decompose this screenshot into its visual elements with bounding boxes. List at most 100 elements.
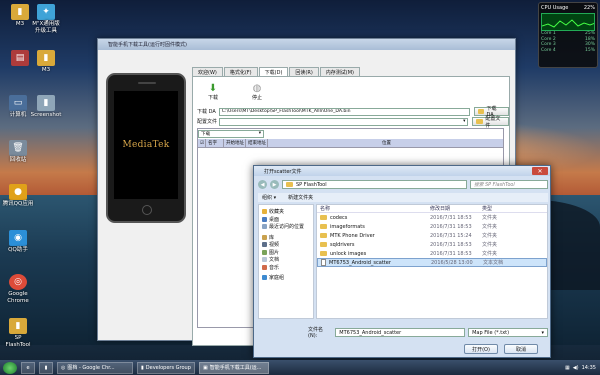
da-path-input[interactable]: C:\Users\MT\Desktop\SP_FlashTool\MTK_All… (218, 107, 470, 116)
chevron-down-icon: ▾ (541, 329, 544, 336)
taskbar-item-chrome[interactable]: ◎ 图档 - Google Chr... (57, 361, 133, 374)
homegroup-icon (262, 275, 267, 281)
dialog-titlebar[interactable]: 打开scatter文件 (254, 166, 550, 176)
nav-pictures[interactable]: 图片 (259, 249, 313, 257)
tab-download[interactable]: 下载(D) (258, 67, 289, 76)
star-icon (262, 209, 267, 215)
nav-music[interactable]: 音乐 (259, 264, 313, 272)
filename-input[interactable]: MT6753_Android_scatter (335, 328, 466, 337)
cancel-button[interactable]: 取消 (504, 344, 538, 354)
folder-icon: ▮ (9, 318, 27, 334)
tab-readback[interactable]: 回读(R) (289, 67, 319, 76)
new-folder-button[interactable]: 新建文件夹 (288, 194, 313, 201)
file-row-selected[interactable]: MT6753_Android_scatter 2016/5/28 13:00 文… (317, 258, 547, 267)
music-icon (262, 264, 267, 270)
taskbar-item-developers[interactable]: ▮ Developers Group (137, 361, 195, 374)
dialog-toolbar: 组织 ▾ 新建文件夹 (258, 193, 548, 202)
folder-icon (320, 242, 327, 247)
desktop-icon-screenshot[interactable]: ▮ Screenshot (28, 95, 64, 119)
nav-documents[interactable]: 文档 (259, 256, 313, 264)
back-arrow-icon[interactable]: ◀ (258, 180, 267, 189)
app-icon: ▣ (203, 364, 208, 371)
nav-videos[interactable]: 视频 (259, 241, 313, 249)
filename-label: 文件名(N): (308, 327, 324, 339)
tab-welcome[interactable]: 欢迎(W) (192, 67, 223, 76)
folder-icon (477, 109, 485, 114)
volume-icon[interactable]: ◀) (573, 365, 579, 371)
file-row[interactable]: imageformats 2016/7/31 18:53 文件夹 (317, 222, 547, 231)
scatter-browse-button[interactable]: 配置文件 (472, 116, 509, 129)
desktop-icon-chrome[interactable]: ◎ Google Chrome (0, 274, 36, 304)
cpu-graph-line (542, 19, 594, 28)
picture-icon (262, 249, 267, 255)
search-input[interactable]: 搜索 SP FlashTool (470, 180, 548, 189)
gadget-percent: 22% (583, 5, 595, 11)
scatter-path-input[interactable]: ▾ (218, 117, 469, 126)
ie-icon[interactable]: e (21, 361, 35, 374)
tab-bar: 欢迎(W) 格式化(F) 下载(D) 回读(R) 内存测试(M) (192, 67, 361, 76)
folder-icon (476, 119, 484, 124)
file-row[interactable]: MTK Phone Driver 2016/7/31 15:24 文件夹 (317, 231, 547, 240)
clock[interactable]: 14:35 (582, 365, 596, 371)
nav-homegroup[interactable]: 家庭组 (259, 274, 313, 282)
file-row[interactable]: codecs 2016/7/31 18:53 文件夹 (317, 213, 547, 222)
forward-arrow-icon[interactable]: ▶ (270, 180, 279, 189)
desktop-icon-m3-2[interactable]: ▮ M3 (28, 50, 64, 74)
qq-penguin-icon: ● (9, 184, 27, 200)
close-icon[interactable]: ✕ (532, 167, 548, 175)
open-scatter-dialog[interactable]: 打开scatter文件 ✕ ◀ ▶ SP FlashTool 搜索 SP Fla… (253, 165, 551, 358)
folder-icon: ▮ (37, 50, 55, 66)
gadget-title: CPU Usage (541, 5, 569, 11)
col-end: 结束地址 (248, 139, 268, 147)
folder-icon: ▮ (37, 95, 55, 111)
desktop-icon-upgrade-tool[interactable]: ✦ M"X通用版 升级工具 (28, 4, 64, 34)
address-field[interactable]: SP FlashTool (282, 180, 467, 189)
mode-select[interactable]: 下载 ▾ (198, 129, 264, 138)
document-icon (262, 257, 267, 263)
cpu-graph (541, 13, 595, 31)
da-label: 下载 DA (197, 109, 216, 115)
cpu-usage-gadget: CPU Usage 22% Core 1 25% Core 2 18% Core 3… (538, 2, 598, 68)
scatter-label: 配置文件 (197, 119, 218, 125)
taskbar: e ▮ ◎ 图档 - Google Chr... ▮ Developers Grou… (0, 360, 600, 375)
desktop-icon-recycle-bin[interactable]: 🗑 回收站 (0, 140, 36, 164)
tab-format[interactable]: 格式化(F) (223, 67, 258, 76)
video-icon (262, 242, 267, 248)
col-file-name[interactable]: 名称 (317, 205, 427, 212)
nav-desktop[interactable]: 桌面 (259, 216, 313, 224)
nav-recent[interactable]: 最近访问的位置 (259, 223, 313, 231)
network-icon[interactable]: ▦ (565, 365, 570, 371)
recycle-bin-icon: 🗑 (9, 140, 27, 156)
table-header: ☑ 名字 开始地址 结束地址 位置 (198, 139, 503, 148)
stop-button[interactable]: ◍ 停止 (251, 82, 263, 102)
phone-illustration: MediaTek (106, 73, 186, 223)
col-type[interactable]: 类型 (479, 205, 547, 212)
desktop-icon-qq[interactable]: ● 腾讯QQ应用 (0, 184, 36, 208)
tool-icon: ✦ (37, 4, 55, 20)
folder-icon (320, 224, 327, 229)
file-row[interactable]: unlock images 2016/7/31 18:53 文件夹 (317, 249, 547, 258)
desktop-icon-qq-assistant[interactable]: ◉ QQ助手 (0, 230, 36, 254)
folder-icon (320, 251, 327, 256)
tab-memory-test[interactable]: 内存测试(M) (319, 67, 361, 76)
folder-icon (320, 233, 327, 238)
nav-libraries[interactable]: 库 (259, 234, 313, 242)
dialog-title: 打开scatter文件 (264, 168, 302, 175)
flashtool-titlebar[interactable]: 智能手机下载工具(运行时固件模式) (98, 39, 515, 50)
explorer-icon[interactable]: ▮ (39, 361, 53, 374)
download-button[interactable]: ⬇ 下载 (207, 82, 219, 102)
organize-button[interactable]: 组织 ▾ (262, 194, 276, 201)
navigation-pane: 收藏夹 桌面 最近访问的位置 库 视频 图片 文档 音乐 家庭组 (258, 204, 314, 319)
folder-icon (286, 182, 293, 187)
nav-favorites[interactable]: 收藏夹 (259, 208, 313, 216)
file-row[interactable]: sqldrivers 2016/7/31 18:53 文件夹 (317, 240, 547, 249)
start-button[interactable] (3, 361, 17, 374)
taskbar-item-flashtool[interactable]: ▣ 智能手机下载工具(运... (199, 361, 269, 374)
open-button[interactable]: 打开(O) (464, 344, 498, 354)
checkbox-header[interactable]: ☑ (198, 139, 206, 147)
filetype-select[interactable]: Map File (*.txt) ▾ (468, 328, 548, 337)
recent-icon (262, 224, 267, 230)
desktop-icon-sp-flashtool[interactable]: ▮ SP FlashTool (0, 318, 36, 348)
col-modified[interactable]: 修改日期 (427, 205, 479, 212)
mediatek-logo: MediaTek (114, 91, 178, 199)
